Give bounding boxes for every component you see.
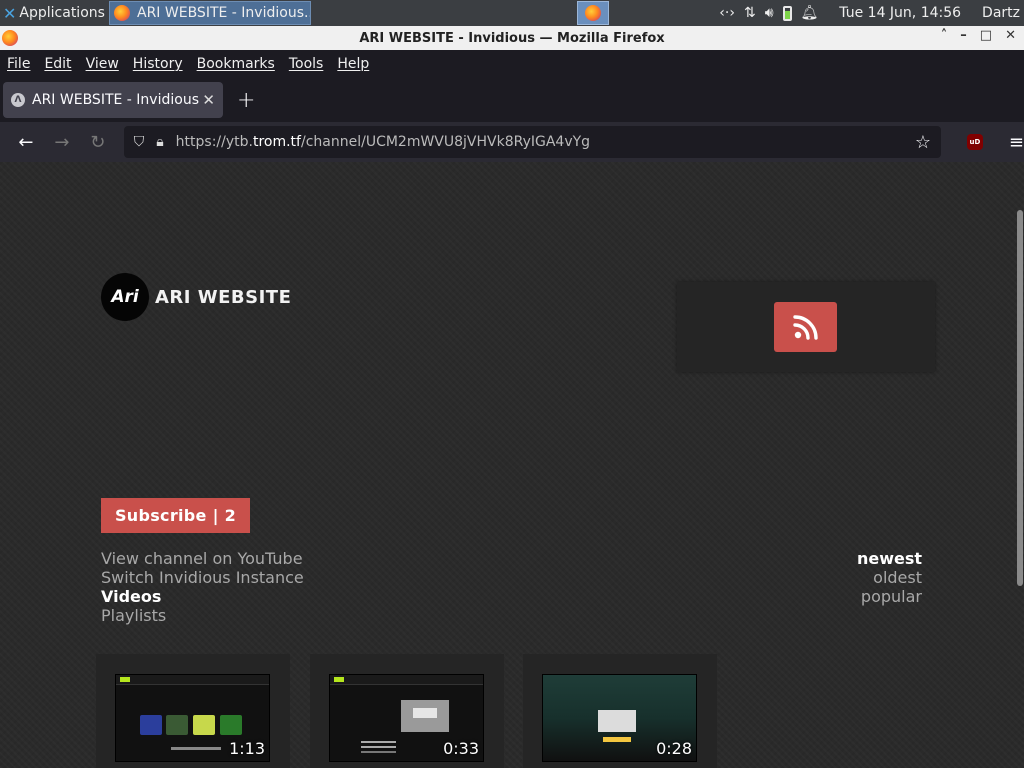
firefox-launcher[interactable] <box>577 1 610 25</box>
reload-icon[interactable]: ↻ <box>84 128 112 156</box>
volume-icon[interactable]: 🔊︎ <box>765 5 774 21</box>
menu-file[interactable]: File <box>7 56 30 72</box>
window-shade-icon[interactable]: ˄ <box>941 28 948 43</box>
lock-icon[interactable]: 🔒︎ <box>156 134 163 150</box>
url-bar[interactable]: ⛉ 🔒︎ https://ytb.trom.tf/channel/UCM2mWV… <box>123 126 941 158</box>
window-titlebar: ARI WEBSITE - Invidious — Mozilla Firefo… <box>0 26 1024 50</box>
bookmark-star-icon[interactable]: ☆ <box>915 132 931 153</box>
applications-menu[interactable]: ✕ Applications <box>0 0 108 26</box>
back-arrow-icon[interactable]: ← <box>12 128 40 156</box>
tab-title: ARI WEBSITE - Invidious <box>32 92 199 108</box>
rss-icon <box>792 315 818 340</box>
invidious-favicon-icon: Λ <box>11 93 25 107</box>
menu-history[interactable]: History <box>133 56 183 72</box>
forward-arrow-icon[interactable]: → <box>48 128 76 156</box>
tab-invidious[interactable]: Λ ARI WEBSITE - Invidious ✕ <box>3 82 223 118</box>
applications-label: Applications <box>19 5 105 21</box>
xfce-icon: ✕ <box>3 3 17 23</box>
navigation-toolbar: ← → ↻ ⛉ 🔒︎ https://ytb.trom.tf/channel/U… <box>0 122 1024 162</box>
tracking-shield-icon[interactable]: ⛉ <box>134 134 145 150</box>
channel-links: View channel on YouTube Switch Invidious… <box>101 549 304 625</box>
video-duration: 0:33 <box>443 739 479 758</box>
rss-container <box>677 282 935 372</box>
menu-bar: File Edit View History Bookmarks Tools H… <box>0 50 1024 78</box>
taskbar-window-title: ARI WEBSITE - Invidious... <box>137 5 310 21</box>
rss-button[interactable] <box>774 302 837 352</box>
view-on-youtube-link[interactable]: View channel on YouTube <box>101 549 304 568</box>
sort-oldest[interactable]: oldest <box>857 568 922 587</box>
menu-tools[interactable]: Tools <box>289 56 324 72</box>
tab-strip: Λ ARI WEBSITE - Invidious ✕ + <box>0 78 1024 122</box>
video-card[interactable]: 0:33 <box>310 654 504 768</box>
ublock-origin-icon[interactable]: uD <box>966 134 983 150</box>
switch-instance-link[interactable]: Switch Invidious Instance <box>101 568 304 587</box>
video-thumbnail[interactable]: 0:33 <box>329 674 484 762</box>
video-duration: 0:28 <box>656 739 692 758</box>
system-taskbar: ✕ Applications ARI WEBSITE - Invidious..… <box>0 0 1024 26</box>
channel-header: Ari ARI WEBSITE <box>101 273 291 321</box>
menu-edit[interactable]: Edit <box>44 56 71 72</box>
user-name[interactable]: Dartz <box>982 5 1020 21</box>
network-updown-icon[interactable]: ⇅ <box>744 5 756 21</box>
tab-close-icon[interactable]: ✕ <box>202 91 215 109</box>
url-text[interactable]: https://ytb.trom.tf/channel/UCM2mWVU8jVH… <box>176 134 915 150</box>
firefox-icon <box>585 5 602 21</box>
network-arrows-icon[interactable]: ‹·› <box>719 5 735 21</box>
window-title: ARI WEBSITE - Invidious — Mozilla Firefo… <box>359 30 665 46</box>
system-tray: ‹·› ⇅ 🔊︎ 🔔︎ Tue 14 Jun, 14:56 Dartz <box>719 5 1024 21</box>
firefox-icon <box>2 30 18 46</box>
menu-view[interactable]: View <box>86 56 119 72</box>
playlists-tab[interactable]: Playlists <box>101 606 304 625</box>
videos-tab[interactable]: Videos <box>101 587 304 606</box>
window-minimize-icon[interactable]: – <box>960 28 967 43</box>
video-thumbnail[interactable]: 0:28 <box>542 674 697 762</box>
clock[interactable]: Tue 14 Jun, 14:56 <box>839 5 961 21</box>
battery-icon[interactable] <box>782 5 792 21</box>
video-duration: 1:13 <box>229 739 265 758</box>
sort-newest[interactable]: newest <box>857 549 922 568</box>
taskbar-window-button[interactable]: ARI WEBSITE - Invidious... <box>109 1 311 25</box>
notification-bell-icon[interactable]: 🔔︎ <box>801 5 819 21</box>
new-tab-icon[interactable]: + <box>237 88 255 113</box>
sort-options: newest oldest popular <box>857 549 922 606</box>
subscribe-button[interactable]: Subscribe | 2 <box>101 498 250 533</box>
window-close-icon[interactable]: ✕ <box>1005 28 1016 43</box>
channel-avatar: Ari <box>101 273 149 321</box>
page-scrollbar[interactable] <box>1017 210 1023 586</box>
channel-name: ARI WEBSITE <box>155 286 292 308</box>
sort-popular[interactable]: popular <box>857 587 922 606</box>
firefox-icon <box>114 5 130 21</box>
window-maximize-icon[interactable]: □ <box>980 28 992 43</box>
web-page: Ari ARI WEBSITE Subscribe | 2 View chann… <box>0 162 1024 768</box>
video-card[interactable]: 0:28 <box>523 654 717 768</box>
video-thumbnail[interactable]: 1:13 <box>115 674 270 762</box>
hamburger-menu-icon[interactable]: ≡ <box>1009 132 1024 153</box>
menu-help[interactable]: Help <box>337 56 369 72</box>
video-card[interactable]: 1:13 <box>96 654 290 768</box>
menu-bookmarks[interactable]: Bookmarks <box>197 56 275 72</box>
